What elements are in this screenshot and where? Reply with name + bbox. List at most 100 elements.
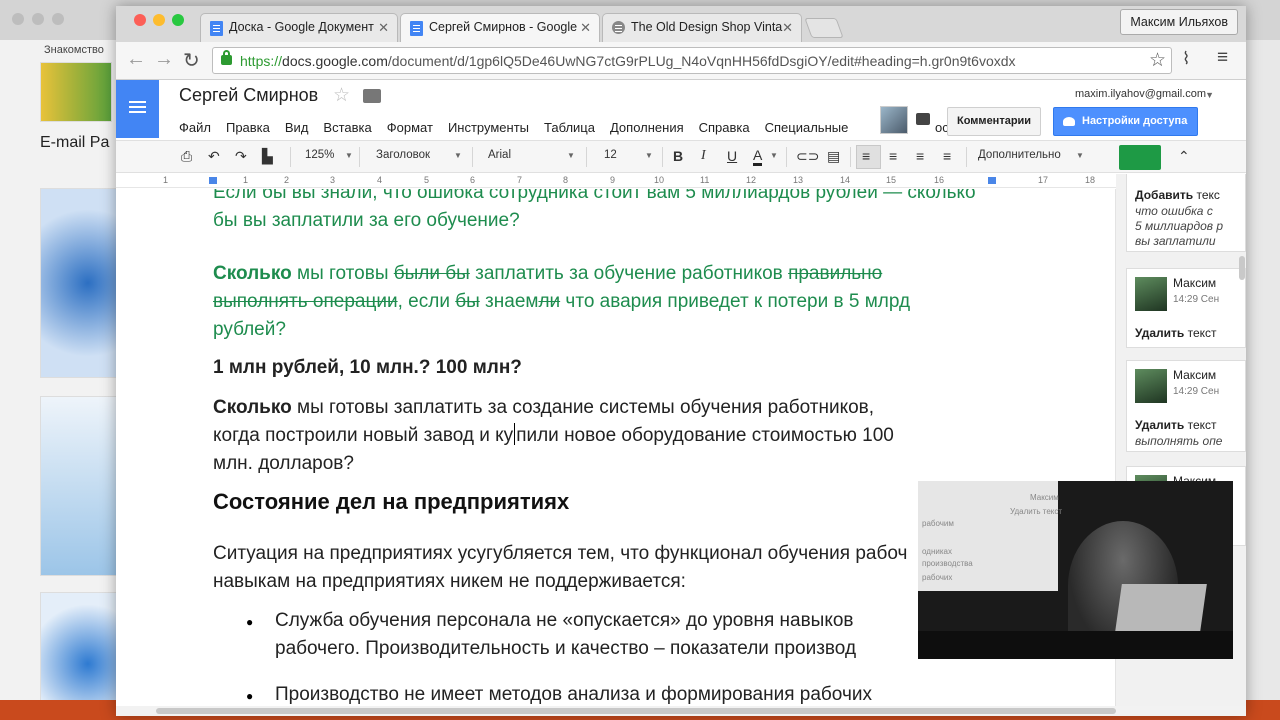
more-dropdown[interactable]: Дополнительно <box>978 149 1061 161</box>
redo-icon[interactable]: ↷ <box>235 148 247 165</box>
text-run: заплатить за обучение работников <box>469 263 789 284</box>
minimize-window-button[interactable] <box>153 14 165 26</box>
text-line: Ситуация на предприятиях усугубляется те… <box>213 543 908 564</box>
avatar <box>1135 277 1167 311</box>
close-tab-icon[interactable]: ✕ <box>580 20 591 36</box>
menu-edit[interactable]: Правка <box>226 120 270 135</box>
collaborator-avatar[interactable] <box>880 106 908 134</box>
star-icon[interactable]: ☆ <box>333 84 350 107</box>
menu-format[interactable]: Формат <box>387 120 433 135</box>
chevron-down-icon: ▼ <box>567 151 575 160</box>
align-justify-icon[interactable]: ≡ <box>943 148 951 164</box>
bookmark-star-icon[interactable]: ☆ <box>1149 49 1166 72</box>
projected-text: рабочим <box>922 519 954 528</box>
bg-caption: E-mail Pa <box>40 134 110 151</box>
chat-icon[interactable] <box>916 113 930 125</box>
font-size-dropdown[interactable]: 12 <box>604 149 617 161</box>
comment-card[interactable]: Максим 14:29 Сен Удалить текст выполнять… <box>1126 360 1246 452</box>
paragraph-amounts: 1 млн рублей, 10 млн.? 100 млн? <box>213 357 522 378</box>
collapse-icon[interactable]: ⌃ <box>1178 148 1190 165</box>
share-button[interactable]: Настройки доступа <box>1053 107 1199 136</box>
forward-arrow-icon[interactable]: → <box>154 48 174 71</box>
back-arrow-icon[interactable]: ← <box>126 48 146 71</box>
action-rest: текс <box>1193 188 1220 202</box>
projected-text: одниках <box>922 547 952 556</box>
zoom-window-button[interactable] <box>172 14 184 26</box>
tab-docs-board[interactable]: Доска - Google Документ ✕ <box>200 13 398 42</box>
comment-card[interactable]: Максим 14:29 Сен Удалить текст <box>1126 268 1246 348</box>
close-tab-icon[interactable]: ✕ <box>782 20 793 36</box>
print-icon[interactable]: ⎙ <box>181 148 192 165</box>
webcam-overlay: Максим Удалить текст рабочим одниках про… <box>918 481 1233 659</box>
scroll-thumb[interactable] <box>1239 256 1245 280</box>
ruler-number: 18 <box>1085 175 1096 185</box>
address-bar[interactable]: https://docs.google.com/document/d/1gp6l… <box>212 47 1172 74</box>
indent-marker[interactable] <box>209 177 217 184</box>
menu-addons[interactable]: Дополнения <box>610 120 684 135</box>
comment-author: Максим <box>1173 368 1217 382</box>
share-label: Настройки доступа <box>1082 115 1188 127</box>
align-right-icon[interactable]: ≡ <box>916 148 924 164</box>
document-title[interactable]: Сергей Смирнов <box>179 85 318 106</box>
italic-icon[interactable]: I <box>701 148 706 164</box>
ruler-number: 12 <box>746 175 757 185</box>
bold-icon[interactable]: B <box>673 148 683 164</box>
underline-icon[interactable]: U <box>727 148 737 164</box>
text-line: Если бы вы знали, что ошибка сотрудника … <box>213 189 976 203</box>
menu-view[interactable]: Вид <box>285 120 309 135</box>
zoom-dropdown[interactable]: 125% <box>305 149 334 161</box>
docs-header: Сергей Смирнов ☆ Файл Правка Вид Вставка Фор… <box>116 80 1246 140</box>
menu-file[interactable]: Файл <box>179 120 211 135</box>
right-indent-marker[interactable] <box>988 177 996 184</box>
tab-sergey-smirnov[interactable]: Сергей Смирнов - Google ✕ <box>400 13 600 42</box>
new-tab-button[interactable] <box>804 18 844 38</box>
account-email[interactable]: maxim.ilyahov@gmail.com <box>1075 88 1206 100</box>
docs-home-icon[interactable] <box>116 80 159 138</box>
menu-icon[interactable]: ≡ <box>1217 47 1228 69</box>
site-favicon-icon <box>612 21 625 34</box>
undo-icon[interactable]: ↶ <box>208 148 220 165</box>
email-icon-illustration <box>40 396 120 576</box>
suggested-deletion: выполнять операции <box>213 291 398 312</box>
comments-button[interactable]: Комментарии <box>947 107 1042 136</box>
menu-special[interactable]: Специальные <box>765 120 849 135</box>
scroll-thumb[interactable] <box>156 708 1116 714</box>
comment-action: Добавить текс <box>1135 188 1220 202</box>
comment-author: Максим <box>1173 276 1217 290</box>
text-run: мы готовы заплатить за создание системы … <box>291 397 875 418</box>
close-window-button[interactable] <box>134 14 146 26</box>
text-line: бы вы заплатили за его обучение? <box>213 210 520 231</box>
ruler-number: 6 <box>470 175 476 185</box>
profile-button[interactable]: Максим Ильяхов <box>1120 9 1238 35</box>
ruler-number: 16 <box>934 175 945 185</box>
paragraph-situation: Ситуация на предприятиях усугубляется те… <box>213 540 907 596</box>
extension-icon[interactable]: ⌇ <box>1182 49 1190 69</box>
url-path: /document/d/1gp6lQ5De46UwNG7ctG9rPLUg_N4… <box>387 53 1016 69</box>
link-icon[interactable]: ⊂⊃ <box>796 148 819 165</box>
menu-table[interactable]: Таблица <box>544 120 595 135</box>
chevron-down-icon[interactable]: ▼ <box>1205 90 1214 100</box>
chevron-down-icon: ▼ <box>645 151 653 160</box>
horizontal-scrollbar[interactable] <box>116 706 1246 716</box>
tab-old-design-shop[interactable]: The Old Design Shop Vinta ✕ <box>602 13 802 42</box>
style-dropdown[interactable]: Заголовок <box>376 149 430 161</box>
font-dropdown[interactable]: Arial <box>488 149 511 161</box>
email-icon-illustration <box>40 592 120 712</box>
align-left-icon[interactable]: ≡ <box>862 148 870 164</box>
text-color-icon[interactable]: A <box>753 148 763 166</box>
avatar <box>1135 369 1167 403</box>
vertical-scrollbar[interactable] <box>1238 186 1246 706</box>
editing-mode-button[interactable] <box>1119 145 1161 170</box>
folder-icon[interactable] <box>363 89 381 103</box>
align-center-icon[interactable]: ≡ <box>889 148 897 164</box>
format-toolbar: ⎙ ↶ ↷ ▙ 125% ▼ Заголовок ▼ Arial ▼ 12 ▼ … <box>116 140 1246 173</box>
menu-insert[interactable]: Вставка <box>323 120 371 135</box>
paint-format-icon[interactable]: ▙ <box>262 148 273 165</box>
comment-icon[interactable]: ▤ <box>827 148 840 165</box>
menu-tools[interactable]: Инструменты <box>448 120 529 135</box>
reload-icon[interactable]: ↻ <box>183 48 200 73</box>
comment-text: выполнять опе <box>1135 434 1223 448</box>
comment-card[interactable]: Добавить текс что ошибка с 5 миллиардов … <box>1126 174 1246 252</box>
menu-help[interactable]: Справка <box>699 120 750 135</box>
close-tab-icon[interactable]: ✕ <box>378 20 389 36</box>
